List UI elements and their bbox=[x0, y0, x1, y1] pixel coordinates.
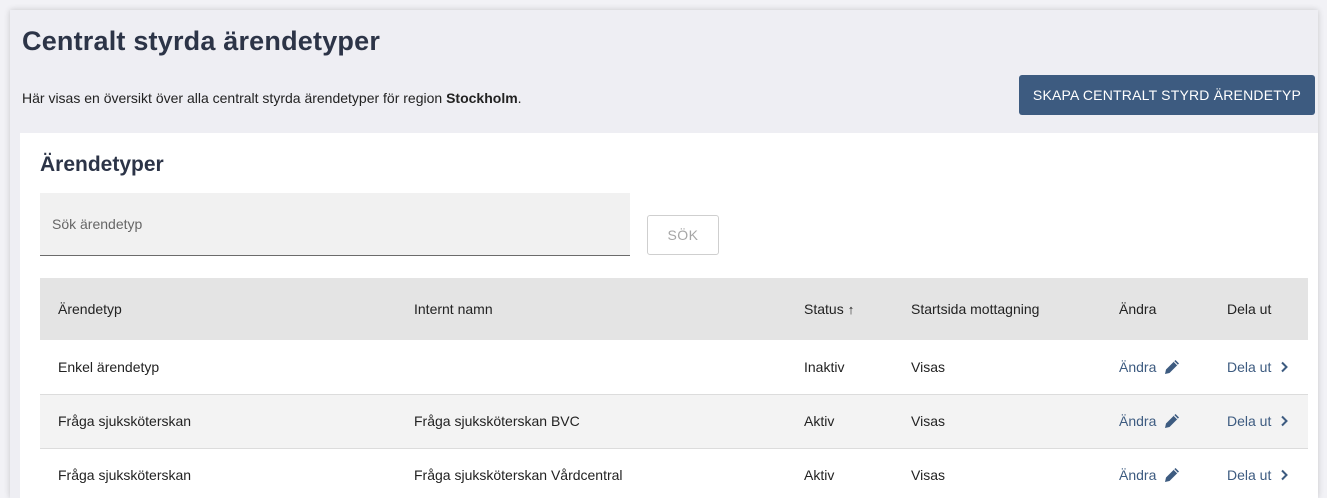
header-arendetyp[interactable]: Ärendetyp bbox=[40, 278, 396, 340]
edit-link[interactable]: Ändra bbox=[1119, 411, 1182, 431]
search-button[interactable]: SÖK bbox=[647, 215, 719, 255]
cell-dela-ut: Dela ut bbox=[1209, 448, 1308, 498]
cell-status: Aktiv bbox=[804, 467, 835, 483]
intro-prefix: Här visas en översikt över alla centralt… bbox=[22, 90, 447, 106]
cell-andra: Ändra bbox=[1101, 340, 1209, 394]
cell-internt-namn: Fråga sjuksköterskan BVC bbox=[414, 413, 580, 429]
edit-link-label: Ändra bbox=[1119, 467, 1157, 483]
edit-link-label: Ändra bbox=[1119, 413, 1157, 429]
share-link[interactable]: Dela ut bbox=[1227, 467, 1291, 483]
cell-arendetyp: Fråga sjuksköterskan bbox=[58, 413, 192, 429]
cell-startsida: Visas bbox=[911, 467, 945, 483]
cell-startsida: Visas bbox=[911, 413, 945, 429]
header-status-label: Status bbox=[804, 301, 844, 317]
cell-internt-namn: Fråga sjuksköterskan Vårdcentral bbox=[414, 467, 623, 483]
create-case-type-button[interactable]: SKAPA CENTRALT STYRD ÄRENDETYP bbox=[1019, 75, 1315, 115]
cell-startsida: Visas bbox=[911, 358, 945, 375]
sort-ascending-icon: ↑ bbox=[847, 302, 855, 317]
cell-status: Inaktiv bbox=[804, 358, 845, 375]
intro-region: Stockholm bbox=[446, 90, 518, 106]
page-title: Centralt styrda ärendetyper bbox=[22, 26, 381, 56]
edit-link[interactable]: Ändra bbox=[1119, 465, 1182, 485]
app-frame: Centralt styrda ärendetyper Här visas en… bbox=[10, 10, 1318, 498]
search-input[interactable] bbox=[40, 193, 630, 255]
pencil-icon bbox=[1165, 468, 1180, 482]
pencil-icon bbox=[1165, 414, 1180, 428]
table-row: Enkel ärendetyp Inaktiv Visas Ändra Dela… bbox=[40, 340, 1308, 394]
edit-link-label: Ändra bbox=[1119, 358, 1157, 375]
table-row: Fråga sjuksköterskan Fråga sjuksköterska… bbox=[40, 448, 1308, 498]
intro-suffix: . bbox=[517, 90, 522, 106]
intro-text: Här visas en översikt över alla centralt… bbox=[22, 90, 522, 106]
table-header-row: Ärendetyp Internt namn Status ↑ Startsida… bbox=[40, 278, 1308, 340]
chevron-right-icon bbox=[1281, 469, 1289, 481]
cell-andra: Ändra bbox=[1101, 448, 1209, 498]
header-dela-ut: Dela ut bbox=[1227, 301, 1272, 317]
share-link-label: Dela ut bbox=[1227, 467, 1272, 483]
header-startsida[interactable]: Startsida mottagning bbox=[893, 278, 1101, 340]
header-andra: Ändra bbox=[1119, 301, 1157, 317]
pencil-icon bbox=[1165, 359, 1180, 374]
cell-internt-namn bbox=[396, 340, 769, 394]
header-internt-namn[interactable]: Internt namn bbox=[396, 278, 769, 340]
card-title: Ärendetyper bbox=[40, 153, 164, 176]
edit-link[interactable]: Ändra bbox=[1119, 357, 1182, 377]
search-field bbox=[40, 193, 630, 256]
table-row: Fråga sjuksköterskan Fråga sjuksköterska… bbox=[40, 394, 1308, 448]
cell-arendetyp: Enkel ärendetyp bbox=[58, 358, 160, 375]
cell-dela-ut: Dela ut bbox=[1209, 340, 1308, 394]
chevron-right-icon bbox=[1281, 361, 1289, 372]
share-link-label: Dela ut bbox=[1227, 358, 1272, 375]
cell-dela-ut: Dela ut bbox=[1209, 394, 1308, 448]
case-types-table: Ärendetyp Internt namn Status ↑ Startsida… bbox=[40, 278, 1308, 498]
cell-andra: Ändra bbox=[1101, 394, 1209, 448]
chevron-right-icon bbox=[1281, 415, 1289, 427]
share-link[interactable]: Dela ut bbox=[1227, 359, 1291, 375]
cell-arendetyp: Fråga sjuksköterskan bbox=[58, 467, 192, 483]
cell-status: Aktiv bbox=[804, 413, 835, 429]
share-link-label: Dela ut bbox=[1227, 413, 1272, 429]
header-status[interactable]: Status ↑ bbox=[769, 278, 893, 340]
case-types-card: Ärendetyper SÖK Ärendetyp Internt namn S… bbox=[20, 133, 1318, 498]
share-link[interactable]: Dela ut bbox=[1227, 413, 1291, 429]
